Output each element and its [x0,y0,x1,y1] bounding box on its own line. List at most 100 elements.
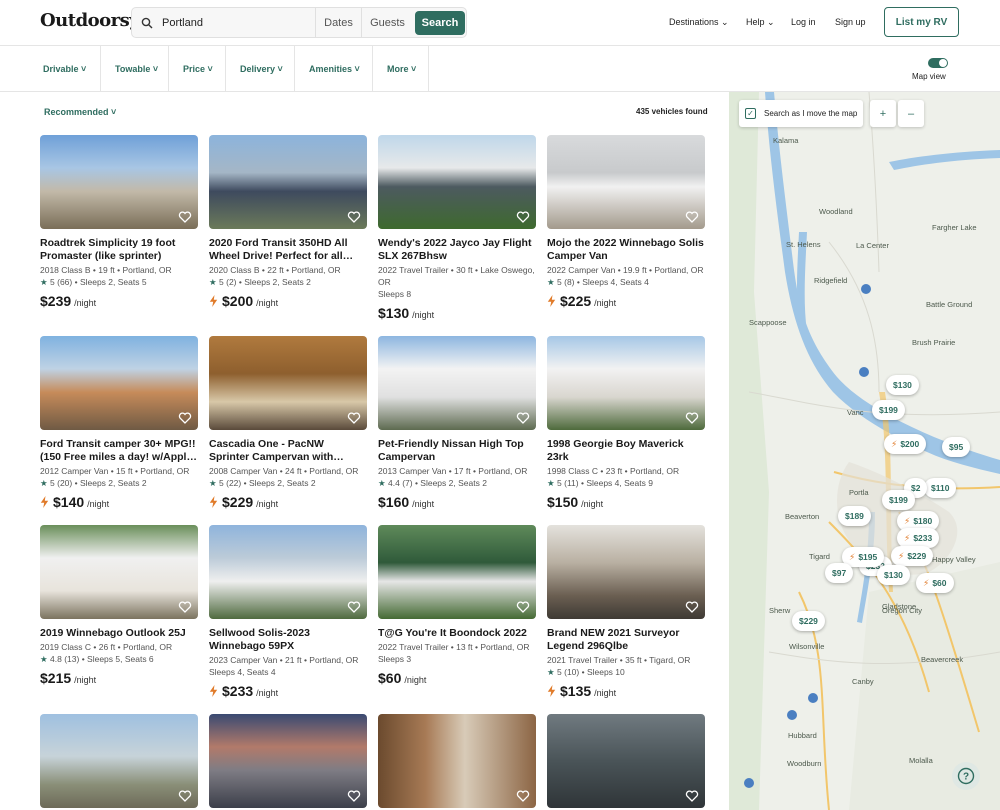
outdoorsy-logo[interactable]: Outdoorsy [40,10,140,31]
heart-icon[interactable] [685,600,699,614]
listing-card[interactable] [547,714,705,808]
map-price-pin[interactable]: $130 [886,375,919,395]
zoom-in-button[interactable]: + [870,100,896,127]
map-price-pin[interactable]: $95 [942,437,971,457]
listing-card[interactable]: Cascadia One - PacNW Sprinter Campervan … [209,336,367,510]
filter-drivable[interactable]: Drivable ˅ [29,46,101,92]
filter-delivery[interactable]: Delivery ˅ [226,46,295,92]
map-price-pin[interactable]: ⚡ $233 [897,528,940,548]
listing-photo[interactable] [40,135,198,229]
heart-icon[interactable] [516,411,530,425]
listing-title[interactable]: Wendy's 2022 Jayco Jay Flight SLX 267Bhs… [378,237,536,263]
heart-icon[interactable] [685,411,699,425]
listing-title[interactable]: Brand NEW 2021 Surveyor Legend 296Qlbe [547,627,705,653]
zoom-out-button[interactable]: – [898,100,924,127]
listing-price-row: $200/night [209,293,367,309]
listing-title[interactable]: Ford Transit camper 30+ MPG!! (150 Free … [40,438,198,464]
map-view-toggle[interactable]: Map view [912,58,948,81]
listing-title[interactable]: Cascadia One - PacNW Sprinter Campervan … [209,438,367,464]
listing-card[interactable]: 2019 Winnebago Outlook 25J 2019 Class C … [40,525,198,686]
help-button[interactable]: ? [952,762,980,790]
dates-field[interactable]: Dates [315,8,361,37]
destinations-menu[interactable]: Destinations ⌄ [669,17,729,28]
listing-photo[interactable] [40,336,198,430]
guests-field[interactable]: Guests [361,8,413,37]
listing-price-row: $140/night [40,494,198,510]
heart-icon[interactable] [347,789,361,803]
listing-card[interactable]: Brand NEW 2021 Surveyor Legend 296Qlbe 2… [547,525,705,699]
list-my-rv-button[interactable]: List my RV [884,7,959,37]
listing-card[interactable]: 2020 Ford Transit 350HD All Wheel Drive!… [209,135,367,309]
listing-card[interactable]: Sellwood Solis-2023 Winnebago 59PX 2023 … [209,525,367,699]
listing-title[interactable]: T@G You're It Boondock 2022 [378,627,536,640]
heart-icon[interactable] [178,411,192,425]
listing-card[interactable]: Wendy's 2022 Jayco Jay Flight SLX 267Bhs… [378,135,536,321]
listing-title[interactable]: 2020 Ford Transit 350HD All Wheel Drive!… [209,237,367,263]
listing-title[interactable]: Sellwood Solis-2023 Winnebago 59PX [209,627,367,653]
listing-card[interactable] [378,714,536,808]
listing-photo[interactable] [209,714,367,808]
map-price-pin[interactable]: $199 [872,400,905,420]
listing-photo[interactable] [378,714,536,808]
listing-card[interactable]: T@G You're It Boondock 2022 2022 Travel … [378,525,536,686]
location-input[interactable]: Portland [162,17,315,29]
listing-card[interactable]: Pet-Friendly Nissan High Top Campervan 2… [378,336,536,510]
listing-title[interactable]: Roadtrek Simplicity 19 foot Promaster (l… [40,237,198,263]
listing-photo[interactable] [209,525,367,619]
map-price-pin[interactable]: $199 [882,490,915,510]
listing-card[interactable] [209,714,367,808]
login-link[interactable]: Log in [791,17,816,27]
filter-amenities[interactable]: Amenities ˅ [295,46,373,92]
map-price-pin[interactable]: $229 [792,611,825,631]
heart-icon[interactable] [178,789,192,803]
map-price-pin[interactable]: $130 [877,565,910,585]
listing-card[interactable]: Ford Transit camper 30+ MPG!! (150 Free … [40,336,198,510]
listing-card[interactable] [40,714,198,808]
heart-icon[interactable] [685,210,699,224]
map-price-pin[interactable]: ⚡ $60 [916,573,954,593]
listing-photo[interactable] [40,525,198,619]
heart-icon[interactable] [178,600,192,614]
listing-photo[interactable] [547,135,705,229]
help-menu[interactable]: Help ⌄ [746,17,775,28]
heart-icon[interactable] [347,210,361,224]
listing-photo[interactable] [378,525,536,619]
listing-title[interactable]: 1998 Georgie Boy Maverick 23rk [547,438,705,464]
listing-card[interactable]: 1998 Georgie Boy Maverick 23rk 1998 Clas… [547,336,705,510]
listing-photo[interactable] [40,714,198,808]
heart-icon[interactable] [178,210,192,224]
heart-icon[interactable] [516,789,530,803]
map-price-pin[interactable]: $110 [924,478,957,498]
search-button[interactable]: Search [415,10,465,35]
listing-photo[interactable] [378,336,536,430]
listing-title[interactable]: Mojo the 2022 Winnebago Solis Camper Van [547,237,705,263]
signup-link[interactable]: Sign up [835,17,866,27]
listing-photo[interactable] [378,135,536,229]
map-price-pin[interactable]: ⚡ $229 [891,546,934,566]
heart-icon[interactable] [347,600,361,614]
listing-card[interactable]: Roadtrek Simplicity 19 foot Promaster (l… [40,135,198,309]
listing-photo[interactable] [209,135,367,229]
listing-photo[interactable] [547,525,705,619]
filter-towable[interactable]: Towable ˅ [101,46,169,92]
heart-icon[interactable] [516,600,530,614]
heart-icon[interactable] [347,411,361,425]
filter-more[interactable]: More ˅ [373,46,429,92]
search-as-move-toggle[interactable]: ✓ Search as I move the map [739,100,863,127]
map-price-pin[interactable]: ⚡ $200 [884,434,927,454]
sort-dropdown[interactable]: Recommended ˅ [44,107,116,117]
heart-icon[interactable] [516,210,530,224]
toggle-switch[interactable] [928,58,948,68]
heart-icon[interactable] [685,789,699,803]
results-map[interactable]: Kalama Woodland Fargher Lake St. Helens La C… [729,92,1000,810]
listing-photo[interactable] [547,336,705,430]
listing-title[interactable]: Pet-Friendly Nissan High Top Campervan [378,438,536,464]
map-price-pin[interactable]: $189 [838,506,871,526]
map-price-pin[interactable]: $97 [825,563,854,583]
listing-photo[interactable] [209,336,367,430]
checkbox-icon[interactable]: ✓ [745,108,756,119]
listing-title[interactable]: 2019 Winnebago Outlook 25J [40,627,198,640]
listing-photo[interactable] [547,714,705,808]
listing-card[interactable]: Mojo the 2022 Winnebago Solis Camper Van… [547,135,705,309]
filter-price[interactable]: Price ˅ [169,46,226,92]
